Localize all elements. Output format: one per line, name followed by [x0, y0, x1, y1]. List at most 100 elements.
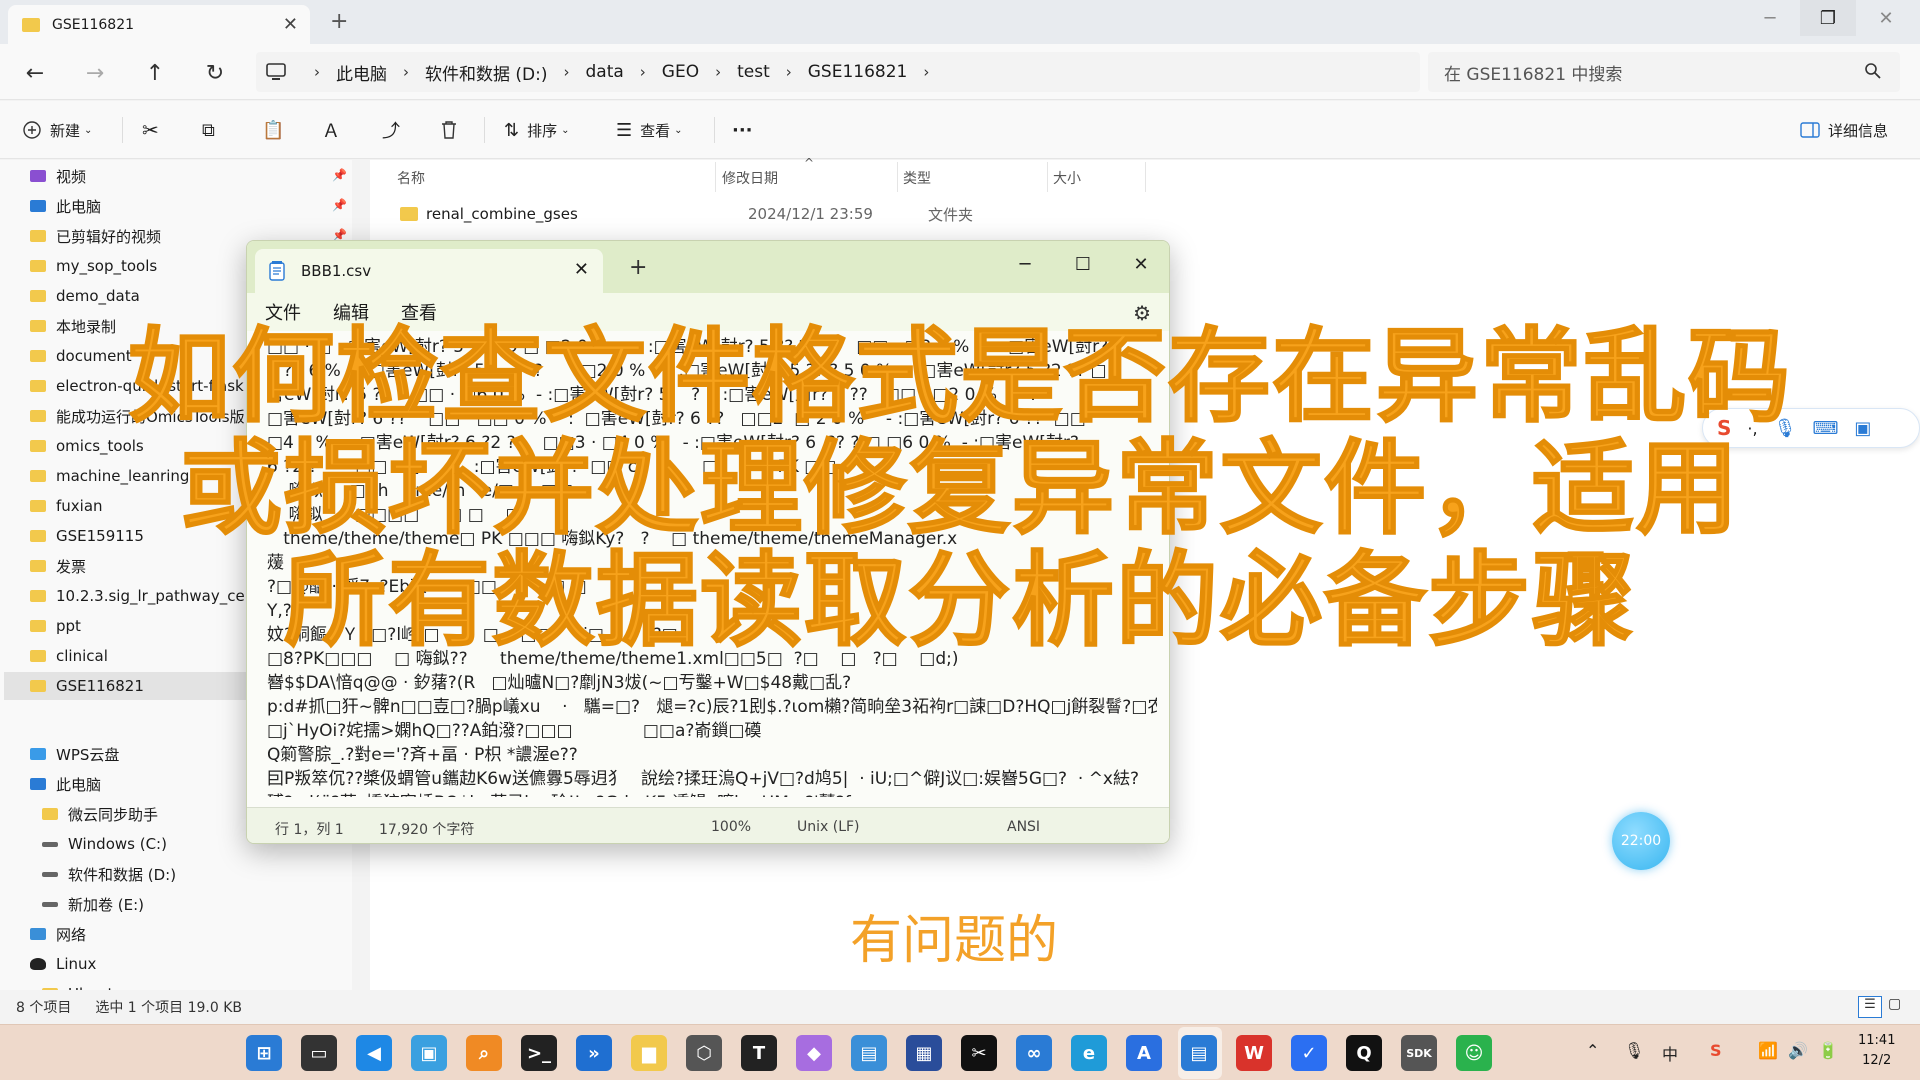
sidebar-item[interactable]: electron-quick-start-flask — [30, 372, 244, 400]
up-icon[interactable]: ↑ — [140, 58, 170, 88]
ime-indicator-icon[interactable]: 中 — [1662, 1041, 1678, 1065]
forward-icon[interactable]: → — [80, 58, 110, 88]
system-clock[interactable]: 11:41 12/2 — [1858, 1031, 1895, 1071]
column-header-size[interactable]: 大小 — [1053, 168, 1081, 188]
qq-icon[interactable]: Q — [1346, 1035, 1382, 1071]
sidebar-item[interactable]: 网络 — [30, 920, 86, 948]
toolbox-icon[interactable]: ▣ — [1854, 418, 1871, 439]
maximize-button[interactable]: ☐ — [1055, 249, 1111, 279]
sidebar-item[interactable]: Windows (C:) — [42, 830, 167, 858]
battery-icon[interactable]: 🔋 — [1818, 1041, 1838, 1060]
sidebar-item[interactable]: omics_tools — [30, 432, 144, 460]
minimize-button[interactable]: ─ — [997, 249, 1053, 279]
new-tab-button[interactable]: + — [629, 255, 647, 280]
chart-app-icon[interactable]: ▤ — [851, 1035, 887, 1071]
sogou-logo-icon[interactable]: S — [1717, 416, 1731, 440]
microphone-icon[interactable]: 🎙 — [1624, 1041, 1644, 1060]
notepad-tab[interactable]: BBB1.csv ✕ — [255, 249, 603, 293]
rename-icon[interactable]: Ａ — [322, 115, 340, 145]
sidebar-item[interactable]: 已剪辑好的视频 — [30, 222, 161, 250]
sidebar-item[interactable]: 发票 — [30, 552, 86, 580]
tiles-view-icon[interactable]: ▢ — [1888, 996, 1901, 1012]
column-header-type[interactable]: 类型 — [903, 168, 931, 188]
recording-timer-bubble[interactable]: 22:00 — [1612, 812, 1670, 870]
sidebar-item[interactable]: machine_leanring — [30, 462, 189, 490]
close-window-button[interactable]: ✕ — [1858, 0, 1914, 36]
sidebar-item[interactable]: clinical — [30, 642, 108, 670]
search-app-icon[interactable]: ⌕ — [466, 1035, 502, 1071]
details-pane-button[interactable]: 详细信息 — [1800, 115, 1888, 145]
sidebar-item[interactable]: fuxian — [30, 492, 103, 520]
line-ending[interactable]: Unix (LF) — [797, 819, 860, 835]
file-row[interactable]: renal_combine_gses 2024/12/1 23:59 文件夹 — [400, 200, 1180, 228]
breadcrumb-item[interactable]: 软件和数据 (D:) — [425, 60, 548, 85]
sidebar-item[interactable]: my_sop_tools — [30, 252, 157, 280]
delete-icon[interactable] — [440, 115, 458, 145]
ime-mode-icon[interactable]: ·, — [1747, 419, 1757, 438]
notebook-app-icon[interactable]: ▦ — [906, 1035, 942, 1071]
figma-app-icon[interactable]: ◆ — [796, 1035, 832, 1071]
edge-icon[interactable]: e — [1071, 1035, 1107, 1071]
refresh-icon[interactable]: ↻ — [200, 58, 230, 88]
sidebar-item[interactable]: demo_data — [30, 282, 140, 310]
sidebar-item[interactable]: ppt — [30, 612, 81, 640]
menu-file[interactable]: 文件 — [265, 299, 301, 325]
breadcrumb-item[interactable]: 此电脑 — [336, 60, 387, 85]
new-button[interactable]: 新建 ⌄ — [22, 115, 92, 145]
typora-icon[interactable]: T — [741, 1035, 777, 1071]
paste-icon[interactable]: 📋 — [262, 115, 284, 145]
minimize-button[interactable]: ─ — [1742, 0, 1798, 36]
start-icon[interactable]: ⊞ — [246, 1035, 282, 1071]
share-icon[interactable]: ⤴ — [382, 115, 400, 145]
vscode-icon[interactable]: ◀ — [356, 1035, 392, 1071]
restore-button[interactable]: ❐ — [1800, 0, 1856, 36]
capcut-icon[interactable]: ✂ — [961, 1035, 997, 1071]
close-tab-icon[interactable]: ✕ — [574, 259, 589, 280]
breadcrumb-item[interactable]: GSE116821 — [808, 62, 908, 82]
sidebar-item[interactable]: WPS云盘 — [30, 740, 119, 768]
copy-icon[interactable]: ⧉ — [202, 115, 215, 145]
sidebar-item[interactable]: GSE159115 — [30, 522, 144, 550]
sogou-tray-icon[interactable]: S — [1710, 1041, 1722, 1060]
wps-icon[interactable]: W — [1236, 1035, 1272, 1071]
back-icon[interactable]: ← — [20, 58, 50, 88]
sidebar-item[interactable]: 本地录制 — [30, 312, 116, 340]
sidebar-item[interactable]: 能成功运行的OmicsTools版 — [30, 402, 245, 430]
breadcrumb-item[interactable]: GEO — [662, 62, 699, 82]
sidebar-item[interactable]: 软件和数据 (D:) — [42, 860, 176, 888]
feishu-icon[interactable]: ✓ — [1291, 1035, 1327, 1071]
sidebar-item[interactable]: 微云同步助手 — [42, 800, 158, 828]
more-options-button[interactable]: ··· — [732, 115, 753, 145]
notepad-icon[interactable]: ▤ — [1181, 1035, 1217, 1071]
wechat-icon[interactable]: ☺ — [1456, 1035, 1492, 1071]
keyboard-icon[interactable]: ⌨ — [1812, 418, 1838, 439]
3d-app-icon[interactable]: ⬡ — [686, 1035, 722, 1071]
column-header-date[interactable]: 修改日期 — [722, 168, 778, 188]
sidebar-item[interactable]: 新加卷 (E:) — [42, 890, 144, 918]
image-viewer-icon[interactable]: ▣ — [411, 1035, 447, 1071]
search-box[interactable]: 在 GSE116821 中搜索 — [1428, 52, 1900, 92]
menu-view[interactable]: 查看 — [401, 299, 437, 325]
volume-icon[interactable]: 🔊 — [1788, 1041, 1808, 1060]
new-tab-button[interactable]: + — [330, 9, 348, 34]
address-bar[interactable]: › 此电脑 › 软件和数据 (D:) › data › GEO › test › GSE11… — [256, 52, 1420, 92]
close-tab-icon[interactable]: ✕ — [283, 14, 298, 35]
chevron-right-icon[interactable]: › — [923, 63, 929, 81]
sidebar-item[interactable]: Ubuntu — [42, 980, 123, 990]
sort-button[interactable]: ⇅ 排序 ⌄ — [504, 115, 570, 145]
wifi-icon[interactable]: 📶 — [1758, 1041, 1778, 1060]
sidebar-item[interactable]: 此电脑 — [30, 192, 101, 220]
menu-edit[interactable]: 编辑 — [333, 299, 369, 325]
breadcrumb-item[interactable]: data — [586, 62, 624, 82]
settings-gear-icon[interactable]: ⚙ — [1133, 301, 1151, 325]
terminal-icon[interactable]: >_ — [521, 1035, 557, 1071]
notepad-text-area[interactable]: □□ · □ : □害eW[尌r? 5 ?! 9 □ □2 0 % - :□害e… — [267, 335, 1157, 797]
powershell-icon[interactable]: » — [576, 1035, 612, 1071]
app-store-icon[interactable]: A — [1126, 1035, 1162, 1071]
infinity-app-icon[interactable]: ∞ — [1016, 1035, 1052, 1071]
sidebar-item[interactable]: Linux — [30, 950, 96, 978]
sidebar-item[interactable]: document — [30, 342, 132, 370]
zoom-level[interactable]: 100% — [711, 819, 751, 835]
microphone-icon[interactable]: 🎙 — [1774, 418, 1797, 439]
sdk-app-icon[interactable]: SDK — [1401, 1035, 1437, 1071]
